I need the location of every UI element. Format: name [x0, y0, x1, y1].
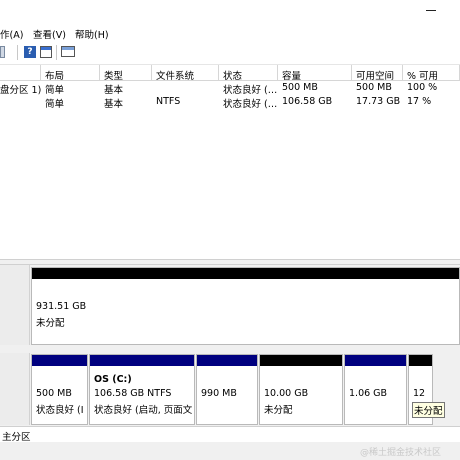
column-header-volume[interactable] [0, 65, 41, 81]
cell-capacity: 500 MB [282, 82, 318, 93]
partition-os-c[interactable]: OS (C:) 106.58 GB NTFS 状态良好 (启动, 页面文 [89, 354, 195, 425]
cell-volume [0, 96, 41, 110]
cell-free-space: 500 MB [356, 82, 392, 93]
unallocated-bar [260, 355, 342, 366]
unallocated-bar [409, 355, 432, 366]
region-status: 未分配 [36, 318, 65, 329]
partition-size: 1.06 GB [349, 388, 388, 399]
partition-size: 12 [413, 388, 426, 399]
partition-efi[interactable]: 500 MB 状态良好 (I [31, 354, 88, 425]
partition-name: OS (C:) [94, 374, 132, 385]
help-icon[interactable]: ? [24, 46, 36, 58]
cell-type: 基本 [104, 85, 124, 96]
menu-bar: 作(A) 查看(V) 帮助(H) [0, 22, 460, 42]
toolbar-separator [17, 45, 18, 60]
legend-primary-partition: 主分区 [2, 432, 31, 443]
volume-list: 布局 类型 文件系统 状态 容量 可用空间 % 可用 盘分区 1) 简单 基本 … [0, 65, 460, 259]
menu-action[interactable]: 作(A) [0, 27, 23, 41]
cell-layout: 简单 [45, 99, 65, 110]
column-header-layout[interactable]: 布局 [41, 65, 100, 81]
partition-oem[interactable]: 1.06 GB [344, 354, 407, 425]
console-icon[interactable] [61, 46, 75, 57]
table-row[interactable]: 盘分区 1) 简单 基本 状态良好 (… 500 MB 500 MB 100 % [0, 82, 460, 96]
toolbar-separator [56, 45, 57, 60]
column-header-type[interactable]: 类型 [100, 65, 152, 81]
table-row[interactable]: 简单 基本 NTFS 状态良好 (… 106.58 GB 17.73 GB 17… [0, 96, 460, 110]
minimize-button[interactable] [426, 10, 436, 11]
column-header-capacity[interactable]: 容量 [278, 65, 352, 81]
disk-0-label[interactable] [0, 265, 30, 345]
partition-status: 状态良好 (I [36, 405, 84, 416]
partition-recovery[interactable]: 990 MB [196, 354, 258, 425]
partition-status: 未分配 [264, 405, 293, 416]
unallocated-bar [32, 268, 459, 279]
disk-0-unallocated-region[interactable]: 931.51 GB 未分配 [31, 267, 460, 345]
region-size: 931.51 GB [36, 301, 87, 312]
partition-status: 状态良好 (启动, 页面文 [94, 405, 192, 416]
primary-partition-bar [197, 355, 257, 366]
column-header-status[interactable]: 状态 [219, 65, 278, 81]
partition-status-tooltip: 未分配 [412, 402, 445, 418]
cell-capacity: 106.58 GB [282, 96, 333, 107]
disk-1-label[interactable] [0, 353, 30, 425]
cell-layout: 简单 [45, 85, 65, 96]
cell-type: 基本 [104, 99, 124, 110]
toolbar: ? [0, 42, 460, 65]
cell-filesystem [152, 82, 219, 96]
menu-help[interactable]: 帮助(H) [75, 27, 109, 41]
partition-size: 106.58 GB NTFS [94, 388, 172, 399]
cell-filesystem: NTFS [156, 96, 181, 107]
primary-partition-bar [90, 355, 194, 366]
partition-unallocated[interactable]: 10.00 GB 未分配 [259, 354, 343, 425]
cell-percent-free: 100 % [407, 82, 438, 93]
cell-status: 状态良好 (… [223, 85, 278, 96]
properties-icon[interactable] [40, 46, 52, 58]
cell-volume: 盘分区 1) [0, 85, 41, 96]
cell-status: 状态良好 (… [223, 99, 278, 110]
partition-size: 10.00 GB [264, 388, 309, 399]
partition-unallocated-small[interactable]: 12 未分配 [408, 354, 445, 425]
cell-percent-free: 17 % [407, 96, 432, 107]
legend-bar: 主分区 [0, 426, 460, 443]
column-header-percent-free[interactable]: % 可用 [403, 65, 460, 81]
primary-partition-bar [32, 355, 87, 366]
cell-free-space: 17.73 GB [356, 96, 401, 107]
partition-size: 990 MB [201, 388, 237, 399]
primary-partition-bar [345, 355, 406, 366]
column-header-filesystem[interactable]: 文件系统 [152, 65, 219, 81]
title-bar [0, 0, 460, 22]
column-header-free-space[interactable]: 可用空间 [352, 65, 403, 81]
watermark: @稀土掘金技术社区 [360, 448, 442, 458]
back-icon[interactable] [0, 46, 5, 58]
menu-view[interactable]: 查看(V) [33, 27, 66, 41]
partition-size: 500 MB [36, 388, 72, 399]
